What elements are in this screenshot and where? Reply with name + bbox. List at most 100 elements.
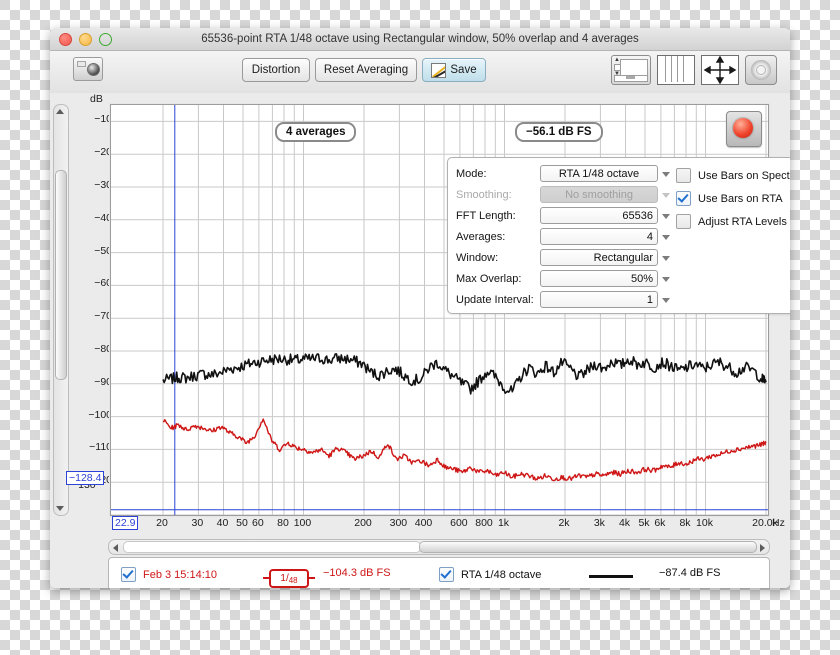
- x-tick-label: 400: [414, 517, 433, 529]
- scroll-left-arrow-icon[interactable]: [113, 544, 118, 552]
- settings-value-field: No smoothing: [540, 186, 670, 203]
- four-arrows-icon: [703, 56, 737, 84]
- averages-badge: 4 averages: [275, 122, 357, 142]
- settings-checkbox-label: Adjust RTA Levels: [698, 215, 787, 228]
- settings-value-field[interactable]: 1: [540, 291, 670, 308]
- toolbar: Distortion Reset Averaging Save ▲ ▼: [50, 51, 790, 94]
- gear-settings-icon[interactable]: [745, 55, 777, 85]
- chevron-down-icon[interactable]: [658, 271, 673, 288]
- scroll-icon-hbar: [614, 75, 648, 82]
- x-tick-label: 100: [293, 517, 312, 529]
- scroll-icon-vbar: ▲ ▼: [614, 57, 621, 77]
- vertical-scroll-thumb[interactable]: [55, 170, 67, 380]
- cursor-y-readout: −128.4: [66, 471, 105, 485]
- zoom-button[interactable]: [99, 32, 112, 46]
- x-tick-label: 800: [475, 517, 493, 529]
- settings-checkbox[interactable]: [676, 168, 691, 183]
- settings-row: Update Interval: 1: [456, 290, 670, 309]
- reset-averaging-button[interactable]: Reset Averaging: [315, 58, 417, 82]
- move-view-icon[interactable]: [701, 55, 739, 85]
- chevron-down-icon[interactable]: [658, 208, 673, 225]
- y-axis-ticks: −10−20−30−40−50−60−70−80−90−100−110−120: [70, 104, 112, 514]
- legend-rta-checkbox[interactable]: [439, 567, 454, 582]
- chevron-down-icon[interactable]: [658, 250, 673, 267]
- scroll-icon-screen: [620, 59, 648, 76]
- settings-checkbox-row[interactable]: Use Bars on RTA: [676, 191, 783, 206]
- horizontal-scroll-track-left[interactable]: [123, 541, 421, 553]
- x-tick-label: 300: [389, 517, 408, 529]
- x-tick-label: 2k: [558, 517, 570, 529]
- vertical-scrollbar[interactable]: [53, 104, 69, 516]
- chevron-down-icon[interactable]: [658, 292, 673, 309]
- x-tick-label: 3k: [593, 517, 605, 529]
- scroll-view-icon[interactable]: ▲ ▼: [611, 55, 651, 85]
- level-badge: −56.1 dB FS: [515, 122, 603, 142]
- settings-label: Window:: [456, 251, 499, 264]
- record-led-icon: [733, 118, 753, 138]
- x-tick-label: 6k: [654, 517, 666, 529]
- settings-row: Mode: RTA 1/48 octave: [456, 164, 670, 183]
- x-tick-label: 50: [236, 517, 248, 529]
- settings-label: FFT Length:: [456, 209, 516, 222]
- camera-icon[interactable]: [73, 57, 103, 81]
- y-tick-label: −100: [88, 408, 112, 421]
- legend-trace-value: −104.3 dB FS: [323, 567, 391, 579]
- app-window: 65536-point RTA 1/48 octave using Rectan…: [50, 28, 790, 588]
- x-tick-label: 1k: [497, 517, 510, 529]
- settings-panel: Mode: RTA 1/48 octave Smoothing: No smoo…: [447, 157, 790, 314]
- x-tick-label: 40: [216, 517, 229, 529]
- save-button[interactable]: Save: [422, 58, 486, 82]
- settings-value-field[interactable]: 50%: [540, 270, 670, 287]
- settings-checkbox[interactable]: [676, 214, 691, 229]
- x-tick-label: 80: [277, 517, 289, 529]
- settings-row: Averages: 4: [456, 227, 670, 246]
- settings-checkbox[interactable]: [676, 191, 691, 206]
- x-tick-label: 20: [156, 517, 168, 529]
- chevron-down-icon[interactable]: [658, 166, 673, 183]
- settings-value-field[interactable]: 65536: [540, 207, 670, 224]
- settings-row: Window: Rectangular: [456, 248, 670, 267]
- chevron-down-icon[interactable]: [658, 229, 673, 246]
- legend-trace-label: Feb 3 15:14:10: [143, 568, 218, 581]
- octave-fraction-badge: 1 / 48: [263, 569, 315, 588]
- x-tick-label: 30: [191, 517, 204, 529]
- legend-panel: Feb 3 15:14:10 1 / 48 −104.3 dB FS Peak …: [108, 557, 770, 588]
- x-tick-label: 10k: [696, 517, 713, 529]
- record-button[interactable]: [726, 111, 762, 147]
- settings-row: Max Overlap: 50%: [456, 269, 670, 288]
- save-button-label: Save: [450, 64, 477, 76]
- scroll-up-arrow-icon[interactable]: [56, 109, 64, 114]
- settings-value-field[interactable]: Rectangular: [540, 249, 670, 266]
- legend-trace-row[interactable]: Feb 3 15:14:10: [121, 567, 217, 582]
- horizontal-scroll-thumb[interactable]: [419, 541, 757, 553]
- settings-label: Max Overlap:: [456, 272, 522, 285]
- x-tick-label: 600: [450, 517, 468, 529]
- settings-row: FFT Length: 65536: [456, 206, 670, 225]
- settings-value-field[interactable]: 4: [540, 228, 670, 245]
- settings-checkbox-label: Use Bars on Spectrum: [698, 169, 790, 182]
- legend-rta-line-swatch: [589, 575, 633, 578]
- settings-label: Smoothing:: [456, 188, 512, 201]
- plot-area: dB −10−20−30−40−50−60−70−80−90−100−110−1…: [50, 93, 790, 588]
- legend-rta-value: −87.4 dB FS: [659, 567, 721, 579]
- distortion-button[interactable]: Distortion: [242, 58, 310, 82]
- scroll-down-arrow-icon[interactable]: [56, 506, 64, 511]
- plot-frame[interactable]: 4 averages −56.1 dB FS Mode: RTA 1/48 oc…: [110, 104, 790, 516]
- title-bar: 65536-point RTA 1/48 octave using Rectan…: [50, 28, 790, 51]
- settings-value-field[interactable]: RTA 1/48 octave: [540, 165, 670, 182]
- settings-label: Averages:: [456, 230, 506, 243]
- legend-rta-label: RTA 1/48 octave: [461, 568, 542, 581]
- settings-checkbox-row[interactable]: Adjust RTA Levels: [676, 214, 787, 229]
- horizontal-scrollbar[interactable]: [108, 539, 770, 555]
- legend-rta-row[interactable]: RTA 1/48 octave: [439, 567, 541, 582]
- settings-checkbox-row[interactable]: Use Bars on Spectrum: [676, 168, 790, 183]
- close-button[interactable]: [59, 32, 72, 46]
- chevron-down-icon: [658, 187, 673, 204]
- minimize-button[interactable]: [79, 32, 92, 46]
- window-title: 65536-point RTA 1/48 octave using Rectan…: [201, 33, 639, 45]
- x-tick-label: 4k: [618, 517, 631, 529]
- legend-trace-checkbox[interactable]: [121, 567, 136, 582]
- scroll-right-arrow-icon[interactable]: [760, 544, 765, 552]
- bars-view-icon[interactable]: [657, 55, 695, 85]
- settings-label: Update Interval:: [456, 293, 534, 306]
